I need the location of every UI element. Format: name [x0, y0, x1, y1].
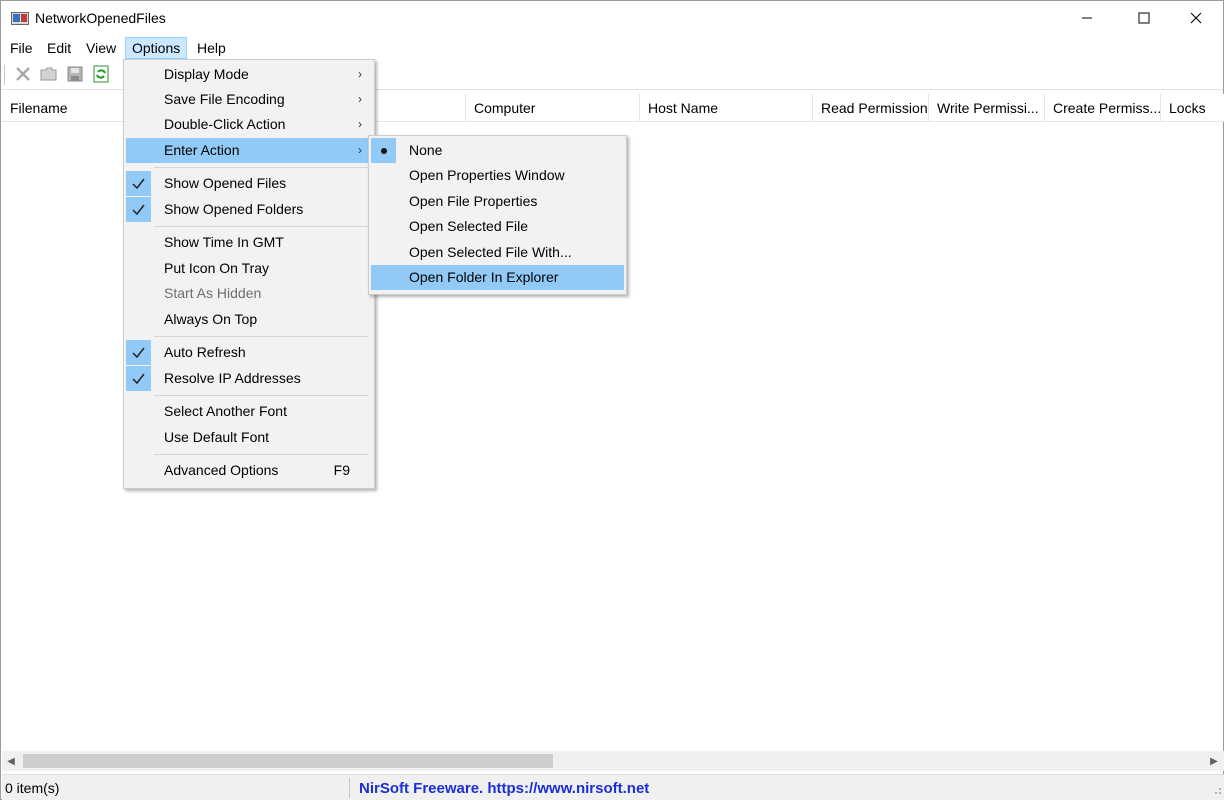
menu-advanced-options[interactable]: Advanced Options F9: [126, 458, 372, 483]
horizontal-scrollbar[interactable]: ◀ ▶: [2, 751, 1224, 771]
menu-item-label: Open Selected File With...: [409, 244, 572, 260]
menu-item-label: Auto Refresh: [164, 344, 246, 360]
menu-item-label: Start As Hidden: [164, 285, 262, 301]
submenu-item-none[interactable]: None: [371, 138, 624, 163]
options-menu: Display Mode › Save File Encoding › Doub…: [123, 59, 375, 489]
menu-separator: [154, 395, 368, 396]
menu-item-label: Open Properties Window: [409, 167, 565, 183]
menu-options[interactable]: Options: [125, 37, 188, 59]
submenu-item-open-selected-file[interactable]: Open Selected File: [371, 214, 624, 239]
menu-show-opened-files[interactable]: Show Opened Files: [126, 171, 372, 196]
menu-view[interactable]: View: [79, 37, 123, 59]
open-folder-button[interactable]: [38, 64, 60, 86]
menu-display-mode[interactable]: Display Mode ›: [126, 62, 372, 87]
menu-item-label: Show Time In GMT: [164, 234, 284, 250]
submenu-item-open-file-properties[interactable]: Open File Properties: [371, 189, 624, 214]
close-button[interactable]: [1173, 1, 1219, 36]
items-count: 0 item(s): [5, 780, 60, 796]
submenu-arrow-icon: ›: [358, 92, 362, 106]
submenu-arrow-icon: ›: [358, 117, 362, 131]
menu-item-label: Show Opened Files: [164, 175, 287, 191]
menu-put-icon-on-tray[interactable]: Put Icon On Tray: [126, 256, 372, 281]
menu-item-label: Always On Top: [164, 311, 258, 327]
submenu-arrow-icon: ›: [358, 143, 362, 157]
close-icon: [1190, 11, 1202, 27]
checkmark-icon: [126, 366, 151, 391]
menu-use-default-font[interactable]: Use Default Font: [126, 425, 372, 450]
open-folder-icon: [40, 65, 58, 86]
menu-item-label: Show Opened Folders: [164, 201, 304, 217]
toolbar-grip: [4, 65, 7, 85]
menu-select-another-font[interactable]: Select Another Font: [126, 399, 372, 424]
menu-start-as-hidden: Start As Hidden: [126, 281, 372, 306]
menu-item-label: Resolve IP Addresses: [164, 370, 301, 386]
minimize-button[interactable]: [1064, 1, 1110, 36]
menu-file[interactable]: File: [3, 37, 40, 59]
maximize-icon: [1138, 11, 1150, 27]
shortcut-key: F9: [333, 462, 350, 478]
delete-icon: [14, 65, 32, 86]
checkmark-icon: [126, 197, 151, 222]
menu-item-label: Open File Properties: [409, 193, 538, 209]
app-icon: [11, 11, 29, 26]
menu-save-file-encoding[interactable]: Save File Encoding ›: [126, 87, 372, 112]
menu-double-click-action[interactable]: Double-Click Action ›: [126, 112, 372, 137]
submenu-item-open-properties-window[interactable]: Open Properties Window: [371, 163, 624, 188]
submenu-item-open-folder-in-explorer[interactable]: Open Folder In Explorer: [371, 265, 624, 290]
menu-separator: [154, 454, 368, 455]
maximize-button[interactable]: [1121, 1, 1167, 36]
scroll-thumb[interactable]: [23, 754, 553, 768]
column-locks[interactable]: Locks: [1161, 94, 1224, 122]
column-write-permission[interactable]: Write Permissi...: [929, 94, 1045, 122]
radio-dot-icon: [371, 138, 396, 163]
submenu-item-open-selected-file-with[interactable]: Open Selected File With...: [371, 240, 624, 265]
menu-show-time-in-gmt[interactable]: Show Time In GMT: [126, 230, 372, 255]
scroll-right-icon[interactable]: ▶: [1205, 751, 1223, 771]
enter-action-submenu: None Open Properties Window Open File Pr…: [368, 135, 627, 295]
minimize-icon: [1081, 11, 1093, 27]
status-bar: 0 item(s) NirSoft Freeware. https://www.…: [2, 774, 1224, 800]
menu-always-on-top[interactable]: Always On Top: [126, 307, 372, 332]
column-computer[interactable]: Computer: [466, 94, 640, 122]
menu-item-label: None: [409, 142, 443, 158]
column-read-permission[interactable]: Read Permission: [813, 94, 929, 122]
menu-separator: [154, 336, 368, 337]
refresh-icon: [92, 65, 110, 86]
save-icon: [66, 65, 84, 86]
refresh-button[interactable]: [90, 64, 112, 86]
window-title: NetworkOpenedFiles: [35, 10, 166, 26]
menu-item-label: Double-Click Action: [164, 116, 286, 132]
menu-item-label: Select Another Font: [164, 403, 287, 419]
nirsoft-link[interactable]: NirSoft Freeware. https://www.nirsoft.ne…: [359, 778, 649, 799]
menu-item-label: Enter Action: [164, 142, 240, 158]
scroll-left-icon[interactable]: ◀: [2, 751, 20, 771]
menu-bar: File Edit View Options Help: [1, 36, 1223, 60]
menu-item-label: Use Default Font: [164, 429, 270, 445]
menu-item-label: Save File Encoding: [164, 91, 285, 107]
status-divider: [349, 778, 350, 798]
menu-auto-refresh[interactable]: Auto Refresh: [126, 340, 372, 365]
column-host-name[interactable]: Host Name: [640, 94, 813, 122]
menu-separator: [154, 226, 368, 227]
save-button[interactable]: [64, 64, 86, 86]
checkmark-icon: [126, 340, 151, 365]
menu-item-label: Advanced Options: [164, 462, 279, 478]
menu-separator: [154, 167, 368, 168]
menu-resolve-ip-addresses[interactable]: Resolve IP Addresses: [126, 366, 372, 391]
resize-grip-icon[interactable]: [1210, 782, 1222, 798]
checkmark-icon: [126, 171, 151, 196]
menu-item-label: Put Icon On Tray: [164, 260, 270, 276]
title-bar: NetworkOpenedFiles: [1, 1, 1223, 36]
menu-item-label: Open Selected File: [409, 218, 529, 234]
menu-edit[interactable]: Edit: [40, 37, 78, 59]
submenu-arrow-icon: ›: [358, 67, 362, 81]
menu-enter-action[interactable]: Enter Action ›: [126, 138, 372, 163]
menu-help[interactable]: Help: [190, 37, 233, 59]
menu-show-opened-folders[interactable]: Show Opened Folders: [126, 197, 372, 222]
menu-item-label: Open Folder In Explorer: [409, 269, 559, 285]
menu-item-label: Display Mode: [164, 66, 249, 82]
column-create-permission[interactable]: Create Permiss...: [1045, 94, 1161, 122]
delete-button[interactable]: [12, 64, 34, 86]
